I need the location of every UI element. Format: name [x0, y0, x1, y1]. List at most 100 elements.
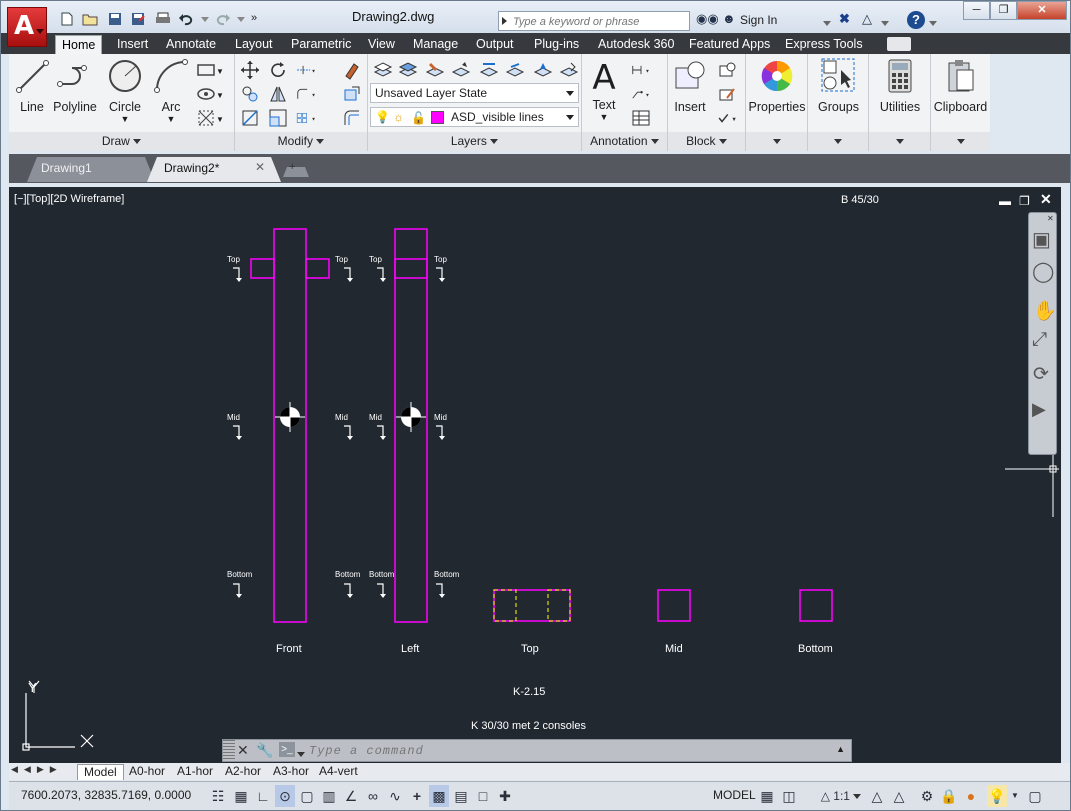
quick-view-drawings-icon[interactable]: ◫	[779, 785, 799, 807]
tab-annotate[interactable]: Annotate	[166, 35, 216, 54]
showmotion-icon[interactable]: ▶	[1032, 399, 1046, 420]
maximize-icon[interactable]: ❐	[990, 1, 1017, 20]
offset-icon[interactable]	[341, 107, 361, 127]
undo-icon[interactable]	[179, 12, 195, 26]
layer-make-current-icon[interactable]	[424, 59, 445, 79]
layout-tab-a2-hor[interactable]: A2-hor	[219, 764, 267, 780]
save-as-icon[interactable]	[130, 12, 146, 26]
quick-properties-icon[interactable]: □	[473, 785, 493, 807]
clean-screen-icon[interactable]: ▢	[1025, 785, 1045, 807]
recent-commands-icon[interactable]	[297, 747, 305, 761]
transparency-icon[interactable]: ▤	[451, 785, 471, 807]
explode-icon[interactable]	[341, 83, 361, 103]
close-icon[interactable]: ✕	[1017, 1, 1067, 20]
command-close-icon[interactable]: ✕	[237, 742, 249, 759]
application-status-menu-icon[interactable]: ▼	[1009, 785, 1021, 807]
layer-previous-icon[interactable]	[478, 59, 499, 79]
dynamic-input-icon[interactable]: +	[407, 785, 427, 807]
table-icon[interactable]	[630, 107, 650, 127]
model-space-button[interactable]: MODEL	[713, 788, 756, 802]
isolate-objects-icon[interactable]: 💡	[987, 785, 1007, 807]
layer-unisolate-icon[interactable]	[532, 59, 553, 79]
draw-panel-title[interactable]: Draw	[9, 132, 234, 151]
current-layer-combo[interactable]: 💡 ☼ 🔓 ASD_visible lines	[370, 107, 579, 127]
stretch-icon[interactable]	[239, 107, 259, 127]
layer-state-combo[interactable]: Unsaved Layer State	[370, 83, 579, 103]
qat-more-icon[interactable]: »	[251, 12, 267, 26]
clipboard-panel-expand-icon[interactable]	[931, 132, 990, 151]
groups-panel[interactable]: Groups	[808, 54, 869, 151]
sign-in-button[interactable]: Sign In	[740, 13, 777, 27]
top-view-section[interactable]	[493, 589, 571, 622]
grid-display-icon[interactable]: ∟	[253, 785, 273, 807]
tab-parametric[interactable]: Parametric	[291, 35, 351, 54]
lineweight-icon[interactable]: ▩	[429, 785, 449, 807]
erase-icon[interactable]	[341, 59, 361, 80]
tab-express-tools[interactable]: Express Tools	[785, 35, 863, 54]
help-dropdown-icon[interactable]	[929, 15, 937, 33]
annotation-scale-button[interactable]: △ 1:1	[817, 785, 865, 807]
3d-object-snap-icon[interactable]: ∠	[341, 785, 361, 807]
left-console[interactable]	[394, 258, 428, 279]
new-file-icon[interactable]	[59, 12, 75, 26]
view-cube-icon[interactable]: ▣	[1032, 227, 1051, 252]
workspace-switching-icon[interactable]: ⚙	[917, 785, 937, 807]
a360-dropdown-icon[interactable]	[881, 15, 889, 33]
lightbulb-icon[interactable]: 💡	[375, 108, 390, 126]
coordinate-readout[interactable]: 7600.2073, 32835.7169, 0.0000	[21, 788, 191, 802]
edit-attributes-icon[interactable]: ▼	[716, 107, 744, 127]
clipboard-button[interactable]: Clipboard	[931, 58, 990, 114]
copy-icon[interactable]	[239, 83, 259, 103]
minimize-icon[interactable]: ─	[963, 1, 990, 20]
line-tool-button[interactable]: Line	[13, 58, 51, 114]
properties-panel-expand-icon[interactable]	[746, 132, 807, 151]
tab-plug-ins[interactable]: Plug-ins	[534, 35, 579, 54]
fillet-icon[interactable]: ▼	[295, 83, 329, 103]
utilities-panel-expand-icon[interactable]	[869, 132, 930, 151]
tab-view[interactable]: View	[368, 35, 395, 54]
mid-view-section[interactable]	[657, 589, 691, 622]
exchange-icon[interactable]: ✖	[839, 11, 850, 29]
allow-ucs-icon[interactable]: ∿	[385, 785, 405, 807]
new-tab-icon[interactable]: +	[289, 161, 295, 173]
modify-panel-title[interactable]: Modify	[235, 132, 367, 151]
binoculars-icon[interactable]: ◉◉	[696, 11, 719, 29]
text-dropdown-icon[interactable]: ▼	[586, 112, 622, 122]
dimension-icon[interactable]: ▼	[630, 59, 664, 79]
plot-icon[interactable]	[155, 12, 171, 26]
utilities-button[interactable]: Utilities	[869, 58, 931, 114]
application-menu-button[interactable]: A	[7, 7, 47, 47]
customize-wrench-icon[interactable]: 🔧	[256, 742, 273, 759]
move-icon[interactable]	[239, 59, 259, 79]
layout-tab-a0-hor[interactable]: A0-hor	[123, 764, 171, 780]
annotation-panel-title[interactable]: Annotation	[582, 132, 667, 151]
quick-view-layouts-icon[interactable]: ▦	[757, 785, 777, 807]
command-prompt-icon[interactable]: >_	[279, 742, 295, 757]
block-panel-title[interactable]: Block	[668, 132, 745, 151]
layer-off-icon[interactable]	[558, 59, 579, 79]
layer-state-icon[interactable]	[397, 59, 418, 79]
polar-tracking-icon[interactable]: ▢	[297, 785, 317, 807]
arc-dropdown-icon[interactable]: ▼	[151, 114, 191, 124]
layout-navigation-arrows[interactable]: ◀◀▶▶	[11, 764, 73, 779]
arc-tool-button[interactable]: Arc ▼	[151, 58, 191, 124]
file-tab-drawing1[interactable]: Drawing1	[11, 156, 92, 181]
layout-tab-a3-hor[interactable]: A3-hor	[267, 764, 315, 780]
rectangle-dropdown-icon[interactable]: ▼	[216, 67, 224, 76]
selection-cycling-icon[interactable]: ✚	[495, 785, 515, 807]
layer-match-icon[interactable]	[450, 59, 471, 79]
layout-tab-a1-hor[interactable]: A1-hor	[171, 764, 219, 780]
command-line-grip[interactable]	[223, 740, 235, 761]
sun-icon[interactable]: ☼	[393, 108, 404, 126]
edit-block-icon[interactable]	[716, 83, 736, 103]
tab-insert[interactable]: Insert	[117, 35, 148, 54]
object-snap-tracking-icon[interactable]: ∞	[363, 785, 383, 807]
snap-mode-icon[interactable]: ▦	[231, 785, 251, 807]
tab-output[interactable]: Output	[476, 35, 514, 54]
layout-tab-model[interactable]: Model	[77, 764, 124, 780]
redo-dropdown-icon[interactable]	[237, 12, 245, 26]
tab-home[interactable]: Home	[55, 35, 103, 54]
layer-properties-icon[interactable]	[372, 59, 393, 79]
sign-in-dropdown-icon[interactable]	[823, 15, 831, 33]
groups-panel-expand-icon[interactable]	[808, 132, 868, 151]
